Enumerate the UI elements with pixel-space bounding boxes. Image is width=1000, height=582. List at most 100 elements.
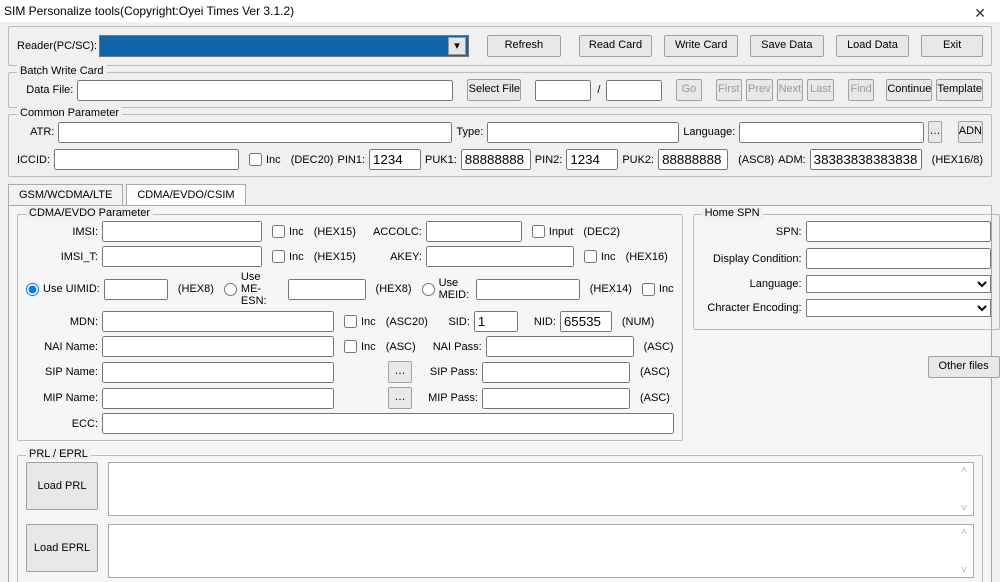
common-card: Common Parameter ATR: Type: Language: … … — [8, 114, 992, 177]
spn-input[interactable] — [806, 221, 991, 242]
common-legend: Common Parameter — [17, 107, 122, 119]
template-button[interactable]: Template — [936, 79, 983, 101]
nid-input[interactable] — [560, 311, 612, 332]
lang-label: Language: — [683, 126, 735, 138]
refresh-button[interactable]: Refresh — [487, 35, 561, 57]
prl-card: PRL / EPRL Load PRL ˄˅ Load EPRL ˄˅ — [17, 455, 983, 582]
use-meesn-radio[interactable] — [224, 283, 237, 296]
use-uimid-radio[interactable] — [26, 283, 39, 296]
write-card-button[interactable]: Write Card — [664, 35, 738, 57]
mdn-inc-check[interactable] — [344, 315, 357, 328]
tab-gsm[interactable]: GSM/WCDMA/LTE — [8, 184, 123, 205]
sid-input[interactable] — [474, 311, 518, 332]
mipp-input[interactable] — [482, 388, 630, 409]
mipp-label: MIP Pass: — [416, 392, 478, 404]
ecc-input[interactable] — [102, 413, 674, 434]
type-label: Type: — [456, 126, 483, 138]
cdma-card: CDMA/EVDO Parameter IMSI: Inc (HEX15) AC… — [17, 214, 683, 441]
mdn-input[interactable] — [102, 311, 334, 332]
pin2-label: PIN2: — [535, 154, 563, 166]
datafile-label: Data File: — [17, 84, 73, 96]
nai-input[interactable] — [102, 336, 334, 357]
first-button[interactable]: First — [716, 79, 743, 101]
asc8: (ASC8) — [738, 154, 774, 166]
mip-input[interactable] — [102, 388, 334, 409]
scrollbar-icon[interactable]: ˄˅ — [956, 464, 972, 514]
use-meid-radio[interactable] — [422, 283, 435, 296]
sip-more-button[interactable]: … — [388, 361, 412, 383]
find-button[interactable]: Find — [848, 79, 875, 101]
select-file-button[interactable]: Select File — [467, 79, 521, 101]
adn-button[interactable]: ADN — [958, 121, 983, 143]
last-button[interactable]: Last — [807, 79, 834, 101]
datafile-input[interactable] — [77, 80, 453, 101]
scrollbar-icon[interactable]: ˄˅ — [956, 526, 972, 576]
batch-pos-from[interactable] — [535, 80, 591, 101]
accolc-input[interactable] — [426, 221, 522, 242]
sip-input[interactable] — [102, 362, 334, 383]
iccid-inc-check[interactable] — [249, 153, 262, 166]
puk2-input[interactable] — [658, 149, 728, 170]
next-button[interactable]: Next — [777, 79, 804, 101]
uimid-input[interactable] — [104, 279, 168, 300]
lang-input[interactable] — [739, 122, 924, 143]
load-data-button[interactable]: Load Data — [836, 35, 910, 57]
puk2-label: PUK2: — [622, 154, 654, 166]
pin2-input[interactable] — [566, 149, 618, 170]
other-files-button[interactable]: Other files — [928, 356, 1000, 378]
sipp-label: SIP Pass: — [416, 366, 478, 378]
meid-inc-check[interactable] — [642, 283, 655, 296]
mdn-label: MDN: — [26, 316, 98, 328]
pin1-input[interactable] — [369, 149, 421, 170]
tab-cdma[interactable]: CDMA/EVDO/CSIM — [126, 184, 245, 205]
continue-button[interactable]: Continue — [886, 79, 932, 101]
batch-pos-to[interactable] — [606, 80, 662, 101]
puk1-label: PUK1: — [425, 154, 457, 166]
load-eprl-button[interactable]: Load EPRL — [26, 524, 98, 572]
save-data-button[interactable]: Save Data — [750, 35, 824, 57]
atr-input[interactable] — [58, 122, 452, 143]
iccid-input[interactable] — [54, 149, 239, 170]
nai-label: NAI Name: — [26, 341, 98, 353]
title-bar: SIM Personalize tools(Copyright:Oyei Tim… — [0, 0, 1000, 22]
eprl-textarea[interactable]: ˄˅ — [108, 524, 974, 578]
imsi-input[interactable] — [102, 221, 262, 242]
atr-label: ATR: — [17, 126, 54, 138]
lang-more-button[interactable]: … — [928, 121, 942, 143]
meesn-input[interactable] — [288, 279, 366, 300]
home-legend: Home SPN — [702, 207, 763, 219]
imsit-input[interactable] — [102, 246, 262, 267]
go-button[interactable]: Go — [676, 79, 701, 101]
mip-more-button[interactable]: … — [388, 387, 412, 409]
exit-button[interactable]: Exit — [921, 35, 983, 57]
type-input[interactable] — [487, 122, 679, 143]
puk1-input[interactable] — [461, 149, 531, 170]
hex168: (HEX16/8) — [932, 154, 983, 166]
load-prl-button[interactable]: Load PRL — [26, 462, 98, 510]
sipp-input[interactable] — [482, 362, 630, 383]
home-lang-select[interactable] — [806, 275, 991, 293]
adm-input[interactable] — [810, 149, 922, 170]
meid-input[interactable] — [476, 279, 580, 300]
imsi-inc-check[interactable] — [272, 225, 285, 238]
akey-label: AKEY: — [360, 251, 422, 263]
window-title: SIM Personalize tools(Copyright:Oyei Tim… — [4, 4, 294, 18]
tab-body: CDMA/EVDO Parameter IMSI: Inc (HEX15) AC… — [8, 205, 992, 582]
prev-button[interactable]: Prev — [746, 79, 773, 101]
akey-inc-check[interactable] — [584, 250, 597, 263]
nai-inc-check[interactable] — [344, 340, 357, 353]
adm-label: ADM: — [778, 154, 806, 166]
home-enc-select[interactable] — [806, 299, 991, 317]
prl-legend: PRL / EPRL — [26, 448, 91, 460]
read-card-button[interactable]: Read Card — [579, 35, 653, 57]
accolc-input-check[interactable] — [532, 225, 545, 238]
prl-textarea[interactable]: ˄˅ — [108, 462, 974, 516]
close-icon[interactable]: ✕ — [974, 2, 986, 24]
disp-input[interactable] — [806, 248, 991, 269]
imsit-inc-check[interactable] — [272, 250, 285, 263]
home-spn-card: Home SPN SPN: Display Condition: Languag… — [693, 214, 1000, 330]
naip-input[interactable] — [486, 336, 634, 357]
akey-input[interactable] — [426, 246, 574, 267]
reader-dropdown[interactable] — [99, 35, 469, 57]
reader-card: Reader(PC/SC): Refresh Read Card Write C… — [8, 26, 992, 66]
